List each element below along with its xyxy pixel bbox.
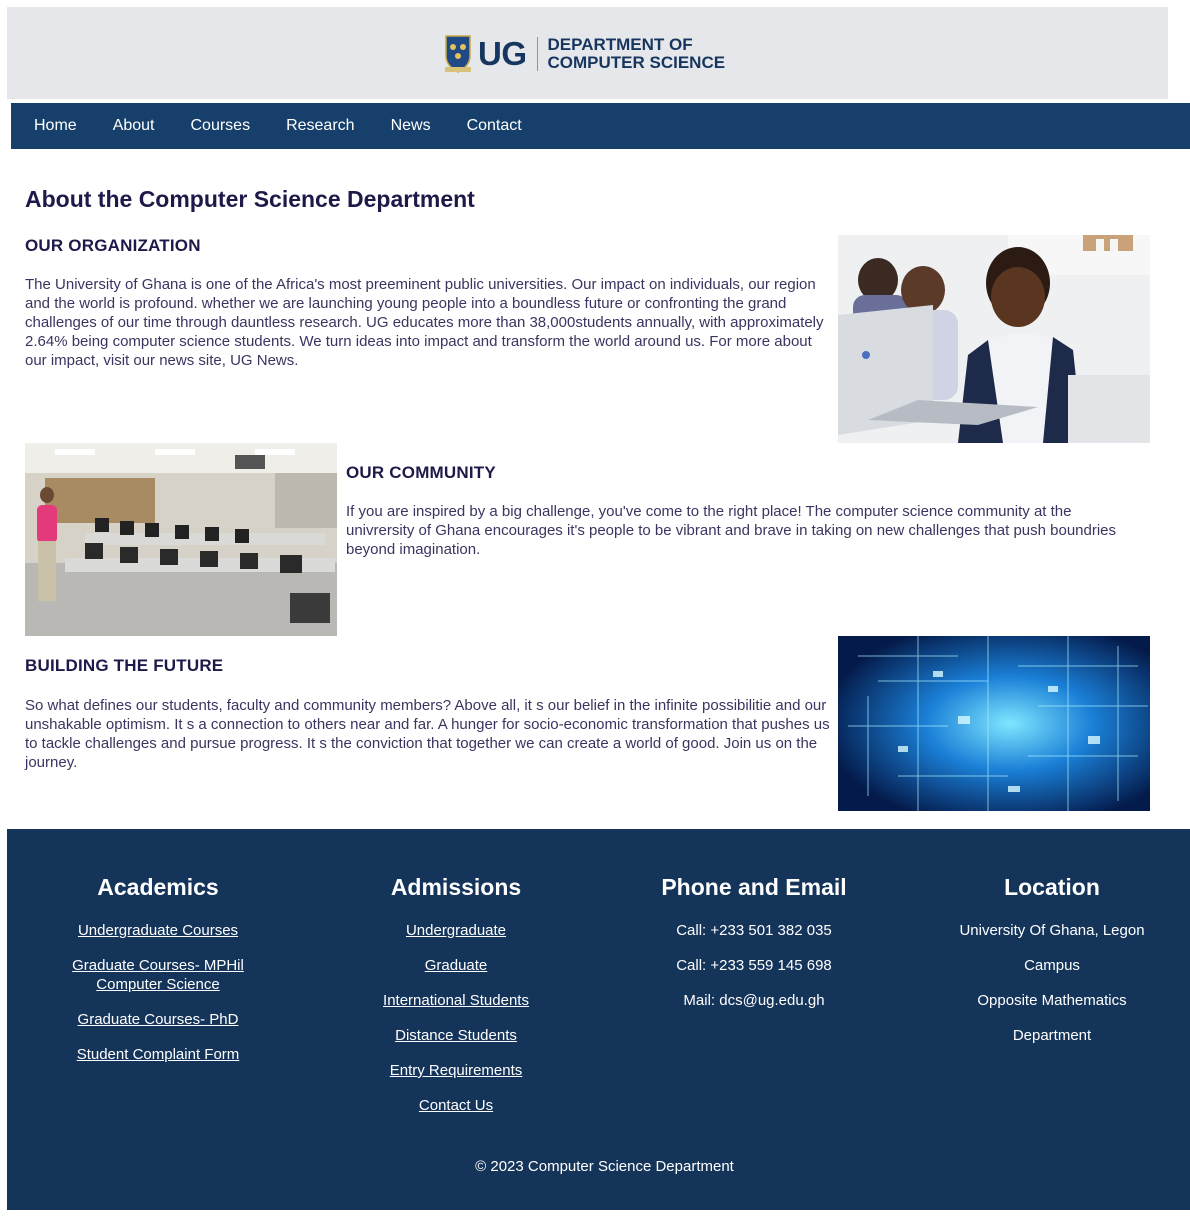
nav-news[interactable]: News [391,117,431,135]
footer-link-distance[interactable]: Distance Students [356,1026,556,1045]
department-name-line2: COMPUTER SCIENCE [547,53,726,72]
footer-link-contact-us[interactable]: Contact Us [356,1096,556,1115]
department-name: DEPARTMENT OF COMPUTER SCIENCE [548,36,726,72]
future-text: So what defines our students, faculty an… [25,697,830,771]
footer-location-line3: Opposite Mathematics [977,992,1127,1009]
nav-contact[interactable]: Contact [467,117,522,135]
footer-location: Location University Of Ghana, Legon Camp… [942,874,1162,1061]
nav-research[interactable]: Research [286,117,354,135]
footer-link-undergraduate-courses[interactable]: Undergraduate Courses [58,921,258,940]
footer-contact: Phone and Email Call: +233 501 382 035 C… [644,874,864,1026]
department-name-line1: DEPARTMENT OF [547,35,693,54]
footer-admissions: Admissions Undergraduate Graduate Intern… [356,874,556,1131]
nav-about[interactable]: About [113,117,155,135]
site-logo[interactable]: UG DEPARTMENT OF COMPUTER SCIENCE [443,31,725,77]
main-nav: Home About Courses Research News Contact [11,103,1190,149]
footer-academics: Academics Undergraduate Courses Graduate… [58,874,258,1080]
footer-email: Mail: dcs@ug.edu.gh [683,992,825,1009]
logo-text: UG [478,35,527,72]
footer-contact-heading: Phone and Email [661,874,847,900]
community-text: If you are inspired by a big challenge, … [346,503,1117,558]
footer-phone-1: Call: +233 501 382 035 [676,922,832,939]
footer-link-graduate-phd[interactable]: Graduate Courses- PhD [58,1010,258,1029]
nav-courses[interactable]: Courses [191,117,251,135]
nav-home[interactable]: Home [34,117,77,135]
footer-academics-heading: Academics [97,874,219,900]
site-header: UG DEPARTMENT OF COMPUTER SCIENCE [7,7,1168,99]
classroom-image [25,443,337,636]
footer-link-graduate-mphil[interactable]: Graduate Courses- MPHil Computer Science [58,956,258,994]
footer-link-international[interactable]: International Students [356,991,556,1010]
footer-location-line4: Department [1012,1027,1092,1044]
footer-admissions-heading: Admissions [390,874,522,900]
footer-phone-2: Call: +233 559 145 698 [676,957,832,974]
student-laptop-image [838,235,1150,443]
footer-link-entry-requirements[interactable]: Entry Requirements [356,1061,556,1080]
footer-location-line1: University Of Ghana, Legon [959,922,1145,939]
logo-divider [536,37,538,71]
footer-location-heading: Location [1004,874,1100,900]
footer-link-complaint-form[interactable]: Student Complaint Form [58,1045,258,1064]
footer-link-graduate[interactable]: Graduate [356,956,556,975]
organization-heading: OUR ORGANIZATION [25,236,201,255]
copyright-text: © 2023 Computer Science Department [475,1158,734,1175]
footer-location-line2: Campus [1024,957,1080,974]
site-footer: Academics Undergraduate Courses Graduate… [7,829,1190,1210]
university-crest-icon [445,35,471,73]
organization-text: The University of Ghana is one of the Af… [25,276,824,369]
digital-circuit-image [838,636,1150,811]
page-title: About the Computer Science Department [25,186,475,212]
future-heading: BUILDING THE FUTURE [25,656,224,675]
footer-link-undergraduate[interactable]: Undergraduate [356,921,556,940]
community-heading: OUR COMMUNITY [346,463,496,482]
